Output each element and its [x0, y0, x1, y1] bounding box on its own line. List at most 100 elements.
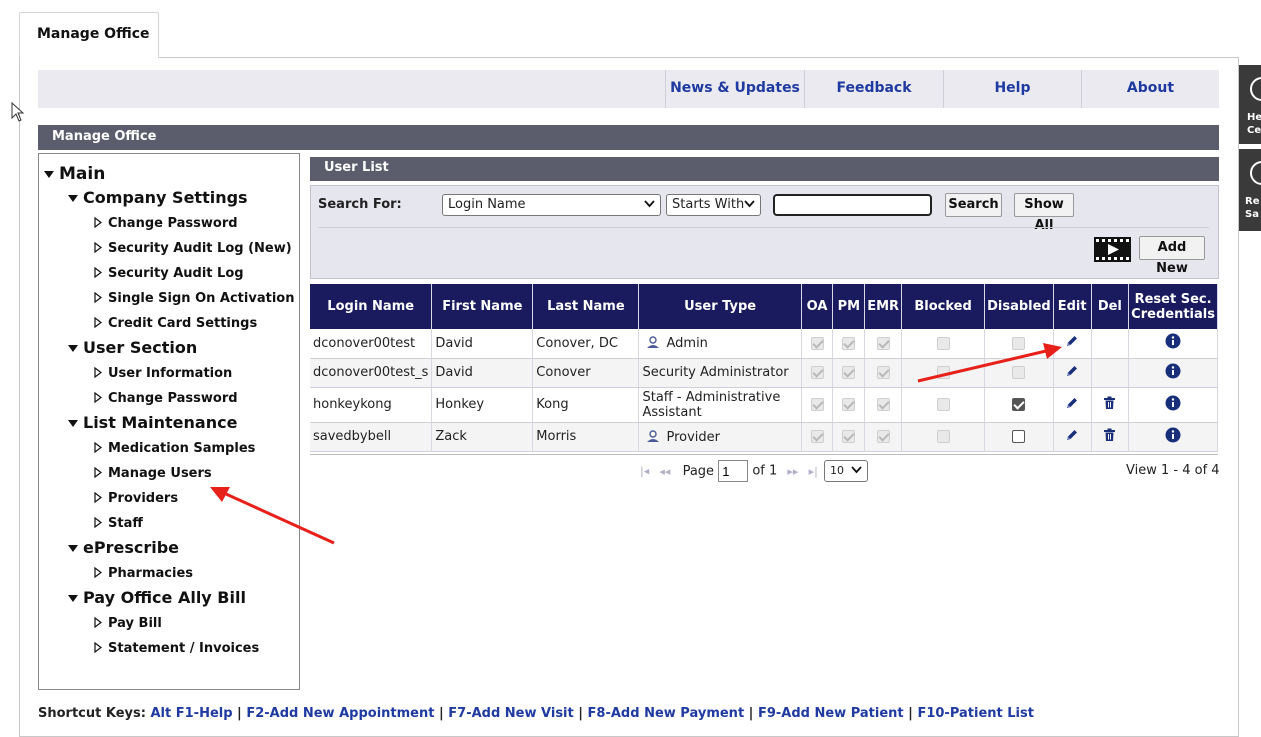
- separator: |: [744, 706, 758, 721]
- shortcut-link[interactable]: F9-Add New Patient: [758, 706, 904, 721]
- next-page-icon[interactable]: ▸▸: [787, 465, 798, 478]
- edit-pencil-icon[interactable]: [1065, 396, 1079, 410]
- nav-feedback[interactable]: Feedback: [804, 70, 943, 108]
- last-page-icon[interactable]: ▸|: [809, 465, 818, 478]
- info-icon[interactable]: [1165, 395, 1181, 411]
- tree-item-pay-office-ally-bill[interactable]: Pay Office Ally Bill: [68, 588, 246, 607]
- shortcut-link[interactable]: F10-Patient List: [917, 706, 1034, 721]
- col-last-name[interactable]: Last Name: [532, 284, 640, 329]
- shortcut-link[interactable]: F2-Add New Appointment: [246, 706, 434, 721]
- tree-item-list-maintenance[interactable]: List Maintenance: [68, 413, 237, 432]
- delete-cell: [1091, 329, 1130, 359]
- first-page-icon[interactable]: |◂: [640, 465, 649, 478]
- page-label: Page: [682, 463, 715, 479]
- tree-item-pharmacies[interactable]: Pharmacies: [94, 566, 193, 581]
- pm-cell: [832, 358, 866, 388]
- edit-cell[interactable]: [1053, 422, 1092, 452]
- tree-item-manage-users[interactable]: Manage Users: [94, 466, 212, 481]
- delete-cell[interactable]: [1091, 422, 1130, 452]
- table-row[interactable]: savedbybell Zack Morris Provider: [310, 422, 1218, 452]
- trash-icon[interactable]: [1103, 396, 1116, 410]
- prev-page-icon[interactable]: ◂◂: [659, 465, 670, 478]
- expand-arrow-icon: [94, 567, 102, 578]
- disabled-checkbox[interactable]: [1012, 430, 1026, 443]
- side-widget-request-sample[interactable]: Re Sa: [1239, 149, 1261, 231]
- disabled-cell: [984, 358, 1054, 388]
- first-name-cell: Honkey: [431, 387, 534, 423]
- collapse-arrow-icon: [44, 170, 54, 178]
- reset-credentials-cell[interactable]: [1128, 329, 1218, 359]
- disabled-checkbox: [1012, 336, 1026, 350]
- info-icon[interactable]: [1165, 333, 1181, 349]
- tree-item-single-sign-on-activation[interactable]: Single Sign On Activation: [94, 291, 294, 306]
- reset-credentials-cell[interactable]: [1128, 358, 1218, 388]
- tree-item-medication-samples[interactable]: Medication Samples: [94, 441, 255, 456]
- tab-manage-office[interactable]: Manage Office: [19, 12, 159, 58]
- video-tutorial-icon[interactable]: [1094, 237, 1131, 262]
- tree-item-providers[interactable]: Providers: [94, 491, 178, 506]
- reset-credentials-cell[interactable]: [1128, 387, 1218, 423]
- emr-checkbox: [876, 430, 890, 443]
- tree-item-company-settings[interactable]: Company Settings: [68, 188, 248, 207]
- user-type-icon: [647, 336, 660, 349]
- edit-pencil-icon[interactable]: [1065, 334, 1079, 348]
- page-size-select[interactable]: 10: [823, 460, 868, 482]
- edit-cell[interactable]: [1053, 329, 1092, 359]
- edit-cell[interactable]: [1053, 358, 1092, 388]
- add-new-button[interactable]: Add New: [1139, 236, 1205, 276]
- col-first-name[interactable]: First Name: [431, 284, 534, 329]
- table-row[interactable]: honkeykong Honkey Kong Staff - Administrati…: [310, 387, 1218, 423]
- search-input[interactable]: [773, 194, 932, 216]
- oa-checkbox: [810, 430, 824, 443]
- table-row[interactable]: dconover00test_s David Conover Security Adm…: [310, 358, 1218, 388]
- tree-item-user-information[interactable]: User Information: [94, 366, 232, 381]
- pm-cell: [832, 422, 866, 452]
- tree-item-security-audit-log-new[interactable]: Security Audit Log (New): [94, 241, 292, 256]
- side-widget-help-center[interactable]: He Ce: [1239, 65, 1261, 144]
- tree-item-change-password[interactable]: Change Password: [94, 216, 238, 231]
- show-all-button[interactable]: Show All: [1014, 193, 1074, 233]
- oa-cell: [801, 422, 834, 452]
- of-pages-label: of 1: [752, 463, 778, 479]
- tree-item-label: Credit Card Settings: [108, 316, 258, 331]
- shortcut-link[interactable]: F7-Add New Visit: [448, 706, 573, 721]
- shortcut-link[interactable]: Alt F1-Help: [150, 706, 232, 721]
- info-icon[interactable]: [1165, 427, 1181, 443]
- col-login-name[interactable]: Login Name: [310, 284, 433, 329]
- login-name-cell: savedbybell: [310, 422, 433, 452]
- tree-item-pay-bill[interactable]: Pay Bill: [94, 616, 162, 631]
- oa-cell: [801, 329, 834, 359]
- tree-item-statement-invoices[interactable]: Statement / Invoices: [94, 641, 259, 656]
- col-emr: EMR: [864, 284, 903, 329]
- tree-item-credit-card-settings[interactable]: Credit Card Settings: [94, 316, 257, 331]
- delete-cell[interactable]: [1091, 387, 1130, 423]
- tree-item-eprescribe[interactable]: ePrescribe: [68, 538, 179, 557]
- tree-item-main[interactable]: Main: [44, 164, 105, 184]
- expand-arrow-icon: [94, 617, 102, 628]
- info-icon[interactable]: [1165, 363, 1181, 379]
- tree-item-user-section[interactable]: User Section: [68, 338, 197, 357]
- disabled-checkbox[interactable]: [1012, 398, 1026, 411]
- nav-help[interactable]: Help: [943, 70, 1081, 108]
- nav-news-updates[interactable]: News & Updates: [665, 70, 804, 108]
- tree-item-change-password[interactable]: Change Password: [94, 391, 238, 406]
- reset-credentials-cell[interactable]: [1128, 422, 1218, 452]
- tree-item-label: Pharmacies: [108, 566, 194, 581]
- expand-arrow-icon: [94, 242, 102, 253]
- pm-checkbox: [842, 398, 856, 411]
- col-user-type[interactable]: User Type: [638, 284, 802, 329]
- divider: [318, 227, 1209, 228]
- match-type-select[interactable]: Starts With: [666, 194, 761, 216]
- edit-pencil-icon[interactable]: [1065, 428, 1079, 442]
- search-field-select[interactable]: Login Name: [442, 194, 661, 216]
- table-row[interactable]: dconover00test David Conover, DC Admin: [310, 329, 1218, 359]
- trash-icon[interactable]: [1103, 428, 1116, 442]
- tree-item-security-audit-log[interactable]: Security Audit Log: [94, 266, 244, 281]
- search-button[interactable]: Search: [945, 193, 1002, 217]
- nav-about[interactable]: About: [1081, 70, 1219, 108]
- page-number-input[interactable]: [718, 460, 749, 482]
- tree-item-staff[interactable]: Staff: [94, 516, 143, 531]
- shortcut-link[interactable]: F8-Add New Payment: [588, 706, 745, 721]
- edit-cell[interactable]: [1053, 387, 1092, 423]
- edit-pencil-icon[interactable]: [1065, 364, 1079, 378]
